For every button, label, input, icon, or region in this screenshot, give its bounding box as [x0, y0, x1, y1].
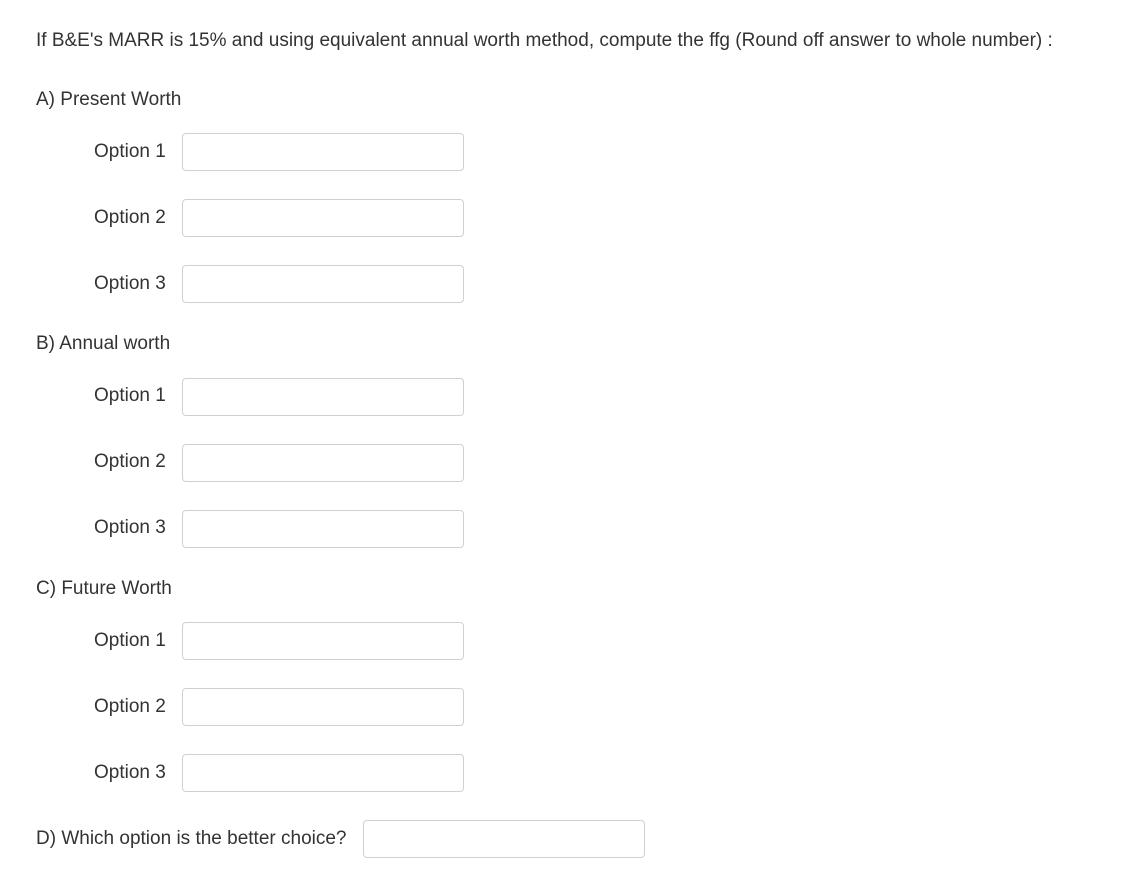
section-c-option-1-row: Option 1: [36, 622, 1110, 660]
section-b-option-2-label: Option 2: [94, 449, 176, 476]
section-c-option-1-label: Option 1: [94, 628, 176, 655]
section-b-option-3-row: Option 3: [36, 510, 1110, 548]
section-b-option-2-row: Option 2: [36, 444, 1110, 482]
section-c-option-2-row: Option 2: [36, 688, 1110, 726]
section-a-label: A) Present Worth: [36, 87, 1110, 114]
section-b-label: B) Annual worth: [36, 331, 1110, 358]
section-c-option-3-row: Option 3: [36, 754, 1110, 792]
section-a-option-1-input[interactable]: [182, 133, 464, 171]
question-prompt: If B&E's MARR is 15% and using equivalen…: [36, 28, 1110, 55]
section-b-option-3-input[interactable]: [182, 510, 464, 548]
section-c-option-3-input[interactable]: [182, 754, 464, 792]
section-c-option-3-label: Option 3: [94, 760, 176, 787]
section-d-input[interactable]: [363, 820, 645, 858]
section-b-option-1-label: Option 1: [94, 383, 176, 410]
section-b-option-1-row: Option 1: [36, 378, 1110, 416]
section-a-option-2-row: Option 2: [36, 199, 1110, 237]
section-c-option-2-input[interactable]: [182, 688, 464, 726]
section-c-option-1-input[interactable]: [182, 622, 464, 660]
section-c-option-2-label: Option 2: [94, 694, 176, 721]
section-a-option-3-label: Option 3: [94, 271, 176, 298]
section-a-option-1-label: Option 1: [94, 139, 176, 166]
section-a-option-2-label: Option 2: [94, 205, 176, 232]
section-b-option-2-input[interactable]: [182, 444, 464, 482]
section-d-row: D) Which option is the better choice?: [36, 820, 1110, 858]
section-a-option-3-input[interactable]: [182, 265, 464, 303]
section-a-option-2-input[interactable]: [182, 199, 464, 237]
section-d-label: D) Which option is the better choice?: [36, 826, 347, 853]
section-b-option-1-input[interactable]: [182, 378, 464, 416]
section-b-option-3-label: Option 3: [94, 515, 176, 542]
section-c-label: C) Future Worth: [36, 576, 1110, 603]
section-a-option-1-row: Option 1: [36, 133, 1110, 171]
section-a-option-3-row: Option 3: [36, 265, 1110, 303]
